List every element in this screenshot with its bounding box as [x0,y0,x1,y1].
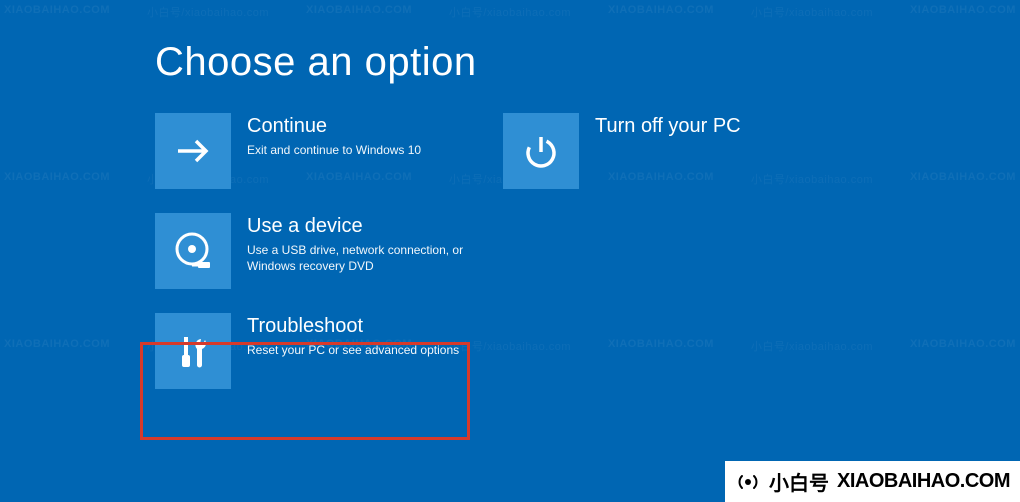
tile-desc: Use a USB drive, network connection, or … [247,242,467,274]
tools-icon [155,313,231,389]
tile-title: Use a device [247,215,467,238]
tile-title: Turn off your PC [595,115,741,138]
tile-title: Troubleshoot [247,315,459,338]
tile-title: Continue [247,115,421,138]
wifi-dot-icon [735,469,761,495]
tile-desc: Exit and continue to Windows 10 [247,142,421,158]
tile-troubleshoot[interactable]: Troubleshoot Reset your PC or see advanc… [155,313,475,389]
badge-brand: 小白号 [769,467,829,496]
tile-use-device[interactable]: Use a device Use a USB drive, network co… [155,213,475,289]
tile-turn-off[interactable]: Turn off your PC [503,113,823,189]
tile-continue[interactable]: Continue Exit and continue to Windows 10 [155,113,475,189]
badge-url: XIAOBAIHAO.COM [837,470,1010,493]
arrow-right-icon [155,113,231,189]
disc-icon [155,213,231,289]
tile-desc: Reset your PC or see advanced options [247,342,459,358]
power-icon [503,113,579,189]
page-title: Choose an option [155,40,1020,85]
source-badge: 小白号 XIAOBAIHAO.COM [725,461,1020,502]
